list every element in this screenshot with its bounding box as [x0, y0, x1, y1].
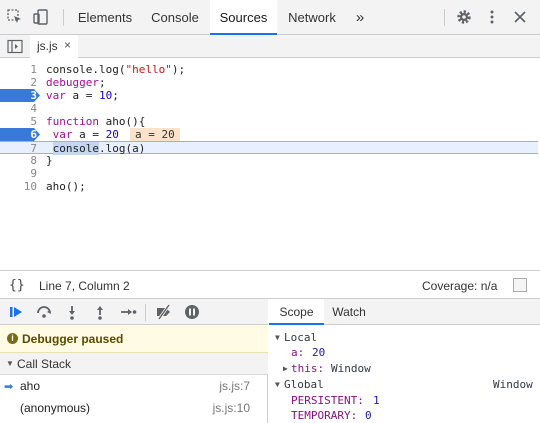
code-line[interactable]: 10 aho();	[0, 180, 538, 193]
current-frame-arrow-icon: ➡	[4, 381, 14, 393]
global-label: Global	[284, 378, 324, 391]
global-value: Window	[493, 378, 533, 391]
line-number[interactable]: 9	[0, 167, 39, 180]
file-tab-js[interactable]: js.js ×	[30, 35, 78, 58]
code-line[interactable]: 4	[0, 102, 538, 115]
code-text: var a = 20	[52, 128, 119, 141]
expand-triangle-icon: ▼	[275, 333, 280, 342]
code-text: aho();	[46, 180, 86, 193]
scope-variable-row[interactable]: PERSISTENT: 1	[269, 393, 540, 408]
code-line[interactable]: 5 function aho(){	[0, 115, 538, 128]
scope-variable-row[interactable]: ▶ this: Window	[269, 361, 540, 376]
debugger-sidebar: i Debugger paused ▼ Call Stack ➡ aho js.…	[0, 299, 268, 423]
pause-on-exceptions-icon[interactable]	[183, 303, 201, 321]
tab-sources[interactable]: Sources	[210, 0, 277, 35]
frame-name: (anonymous)	[20, 401, 91, 415]
debugger-paused-banner: i Debugger paused	[0, 325, 268, 353]
file-tab-label: js.js	[37, 39, 58, 53]
toolbar-divider	[63, 9, 64, 26]
toggle-navigator-icon[interactable]	[7, 39, 23, 54]
coverage-status: Coverage: n/a	[422, 279, 498, 293]
line-number[interactable]: 5	[0, 115, 39, 128]
line-number[interactable]: 2	[0, 76, 39, 89]
code-line[interactable]: 9	[0, 167, 538, 180]
scope-global-header[interactable]: ▼ Global Window	[269, 377, 540, 392]
call-frame-anonymous[interactable]: (anonymous) js.js:10	[0, 397, 268, 419]
pretty-print-button[interactable]: {}	[9, 278, 25, 293]
frame-location[interactable]: js.js:10	[213, 401, 250, 415]
variable-name: TEMPORARY:	[291, 409, 358, 422]
frame-name: aho	[20, 379, 41, 393]
settings-icon[interactable]	[455, 8, 473, 26]
line-number[interactable]: 1	[0, 63, 39, 76]
deactivate-breakpoints-icon[interactable]	[155, 303, 173, 321]
devtools-tabbar: Elements Console Sources Network »	[0, 0, 540, 35]
variable-value: Window	[331, 362, 371, 375]
variable-value: 1	[373, 394, 380, 407]
device-toolbar-icon[interactable]	[32, 8, 50, 26]
step-out-icon[interactable]	[91, 303, 109, 321]
tab-watch[interactable]: Watch	[324, 299, 374, 325]
more-tabs-button[interactable]: »	[348, 0, 372, 34]
scope-variable-row[interactable]: a: 20	[269, 345, 540, 360]
call-frame-aho[interactable]: ➡ aho js.js:7	[0, 375, 268, 397]
variable-name: this:	[291, 362, 325, 375]
tab-console[interactable]: Console	[142, 0, 208, 34]
line-number[interactable]: 4	[0, 102, 39, 115]
step-into-icon[interactable]	[63, 303, 81, 321]
expand-triangle-icon: ▼	[275, 380, 280, 389]
close-icon[interactable]	[511, 8, 529, 26]
scope-variable-row[interactable]: TEMPORARY: 0	[269, 408, 540, 423]
line-number[interactable]: 10	[0, 180, 39, 193]
variable-name: a:	[291, 346, 305, 359]
cursor-position: Line 7, Column 2	[39, 279, 130, 293]
code-line[interactable]: 8 }	[0, 154, 538, 167]
editor-status-bar: {} Line 7, Column 2 Coverage: n/a	[0, 270, 540, 299]
call-stack-title: Call Stack	[17, 357, 72, 371]
tab-scope[interactable]: Scope	[269, 299, 324, 325]
inspect-element-icon[interactable]	[6, 8, 24, 26]
code-line[interactable]: 1 console.log("hello");	[0, 63, 538, 76]
step-icon[interactable]	[119, 303, 137, 321]
frame-location[interactable]: js.js:7	[219, 379, 250, 393]
expand-triangle-icon: ▼	[6, 359, 14, 368]
close-file-icon[interactable]: ×	[64, 38, 71, 52]
tab-elements[interactable]: Elements	[70, 0, 140, 34]
scope-local-header[interactable]: ▼ Local	[269, 330, 540, 345]
call-stack-header[interactable]: ▼ Call Stack	[0, 353, 268, 375]
line-number[interactable]: 8	[0, 154, 39, 167]
scope-pane: Scope Watch ▼ Local a: 20 ▶ this: Window…	[269, 299, 540, 423]
resume-icon[interactable]	[7, 303, 25, 321]
code-text: console.log("hello");	[46, 63, 186, 76]
more-menu-icon[interactable]	[483, 8, 501, 26]
coverage-toggle-button[interactable]	[513, 278, 527, 292]
toolbar-divider	[145, 304, 146, 321]
local-label: Local	[284, 331, 318, 344]
code-line[interactable]: 2 debugger;	[0, 76, 538, 89]
collapsed-triangle-icon: ▶	[283, 364, 288, 373]
code-editor[interactable]: 1 console.log("hello"); 2 debugger; 3 va…	[0, 59, 538, 270]
code-line[interactable]: 6 var a = 20 a = 20	[0, 128, 538, 141]
variable-value: 20	[312, 346, 326, 359]
paused-label: Debugger paused	[22, 332, 124, 346]
code-line[interactable]: 3 var a = 10;	[0, 89, 538, 102]
tab-network[interactable]: Network	[279, 0, 345, 34]
variable-name: PERSISTENT:	[291, 394, 364, 407]
line-number[interactable]: 6	[0, 128, 39, 141]
scope-tabs: Scope Watch	[269, 299, 540, 325]
code-text: function aho(){	[46, 115, 146, 128]
variable-value: 0	[365, 409, 372, 422]
debugger-toolbar	[0, 299, 268, 325]
info-icon: i	[7, 333, 18, 344]
editor-file-tabs: js.js ×	[0, 35, 540, 58]
current-execution-line[interactable]: 7 console.log(a)	[0, 141, 538, 155]
code-text: var a = 10;	[46, 89, 119, 102]
toolbar-divider	[444, 9, 445, 26]
line-number[interactable]: 3	[0, 89, 39, 102]
code-text: debugger;	[46, 76, 106, 89]
code-text: }	[46, 154, 53, 167]
inline-value-badge: a = 20	[130, 128, 180, 141]
step-over-icon[interactable]	[35, 303, 53, 321]
